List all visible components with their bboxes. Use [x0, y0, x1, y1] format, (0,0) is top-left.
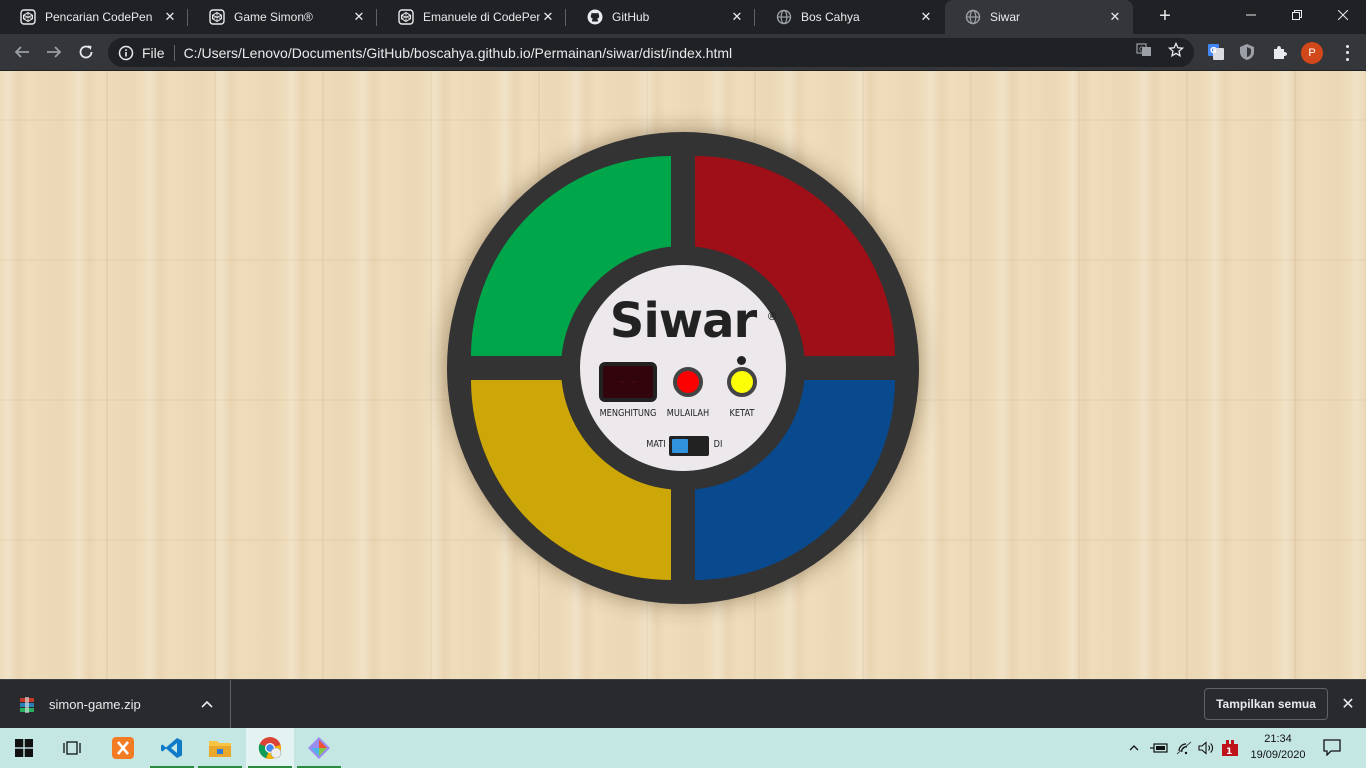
- tab-github[interactable]: GitHub ✕: [567, 0, 755, 34]
- svg-text:G: G: [1139, 46, 1144, 54]
- game-logo: Siwar: [609, 293, 757, 349]
- tab-separator: [376, 9, 377, 26]
- notification-count: 1: [1226, 747, 1232, 756]
- puzzle-icon[interactable]: [1270, 42, 1290, 62]
- tab-title: Siwar: [990, 10, 1021, 24]
- tab-separator: [565, 9, 566, 26]
- arrow-left-icon: [14, 46, 29, 58]
- taskbar: 1 21:34 19/09/2020: [0, 728, 1366, 768]
- git-taskbar-icon[interactable]: [295, 728, 343, 768]
- archive-icon: [20, 696, 34, 713]
- system-clock[interactable]: 21:34 19/09/2020: [1244, 731, 1312, 763]
- power-switch[interactable]: [669, 436, 709, 456]
- download-filename: simon-game.zip: [49, 697, 141, 712]
- tab-title: Emanuele di CodePen: [423, 10, 540, 24]
- new-tab-button[interactable]: +: [1153, 5, 1177, 29]
- action-center-icon[interactable]: [1322, 738, 1344, 758]
- battery-icon[interactable]: [1149, 738, 1169, 758]
- strict-led-indicator: [737, 356, 746, 365]
- restore-button[interactable]: [1274, 0, 1320, 30]
- browser-toolbar: File C:/Users/Lenovo/Documents/GitHub/bo…: [0, 34, 1366, 71]
- back-button[interactable]: [8, 38, 36, 66]
- tab-title: Bos Cahya: [801, 10, 860, 24]
- url-text[interactable]: C:/Users/Lenovo/Documents/GitHub/boscahy…: [184, 45, 1194, 61]
- reload-icon: [79, 45, 93, 59]
- close-icon[interactable]: ✕: [729, 9, 745, 25]
- task-view-icon: [63, 741, 81, 755]
- translate-icon[interactable]: G: [1135, 41, 1153, 59]
- clock-date: 19/09/2020: [1250, 749, 1306, 761]
- tab-emanuele-codepen[interactable]: Emanuele di CodePen ✕: [378, 0, 566, 34]
- arrow-right-icon: [47, 46, 62, 58]
- chrome-taskbar-icon[interactable]: [246, 728, 294, 768]
- google-translate-extension-icon[interactable]: G: [1206, 42, 1226, 62]
- close-icon[interactable]: ✕: [351, 9, 367, 25]
- chevron-up-icon: [201, 700, 213, 708]
- close-icon[interactable]: ✕: [1107, 9, 1123, 25]
- tab-bos-cahya[interactable]: Bos Cahya ✕: [756, 0, 944, 34]
- chevron-up-icon[interactable]: [1124, 738, 1144, 758]
- codepen-icon: [209, 9, 225, 25]
- codepen-icon: [398, 9, 414, 25]
- omnibox-divider: [173, 44, 175, 61]
- wifi-icon[interactable]: [1174, 738, 1194, 758]
- tab-title: Game Simon®: [234, 10, 313, 24]
- start-label: MULAILAH: [666, 408, 710, 419]
- page-content: Siwar ® -- MENGHITUNG MULAILAH KETAT MAT…: [0, 71, 1366, 679]
- address-bar[interactable]: File C:/Users/Lenovo/Documents/GitHub/bo…: [108, 38, 1194, 67]
- antivirus-tray-icon[interactable]: 1: [1220, 738, 1240, 758]
- xampp-taskbar-icon[interactable]: [99, 728, 147, 768]
- close-icon[interactable]: ✕: [1338, 694, 1358, 714]
- tab-separator: [754, 9, 755, 26]
- globe-icon: [776, 9, 792, 25]
- download-item[interactable]: simon-game.zip: [0, 680, 231, 729]
- globe-icon: [965, 9, 981, 25]
- power-off-label: MATI: [646, 439, 666, 450]
- tab-pencarian-codepen[interactable]: Pencarian CodePen ✕: [0, 0, 188, 34]
- forward-button[interactable]: [40, 38, 68, 66]
- strict-button[interactable]: [727, 367, 757, 397]
- show-all-downloads-button[interactable]: Tampilkan semua: [1204, 688, 1328, 720]
- volume-icon[interactable]: [1196, 738, 1216, 758]
- shield-icon[interactable]: [1237, 42, 1257, 62]
- tab-title: Pencarian CodePen: [45, 10, 153, 24]
- windows-icon: [15, 739, 33, 757]
- more-menu-icon[interactable]: [1340, 43, 1354, 63]
- tab-game-simon[interactable]: Game Simon® ✕: [189, 0, 377, 34]
- minimize-button[interactable]: [1228, 0, 1274, 30]
- star-icon[interactable]: [1167, 41, 1185, 59]
- control-panel: Siwar ® -- MENGHITUNG MULAILAH KETAT MAT…: [580, 265, 786, 471]
- task-view-button[interactable]: [48, 728, 96, 768]
- count-label: MENGHITUNG: [599, 408, 657, 419]
- reload-button[interactable]: [72, 38, 100, 66]
- codepen-icon: [20, 9, 36, 25]
- strict-label: KETAT: [729, 408, 755, 419]
- download-shelf: simon-game.zip Tampilkan semua ✕: [0, 679, 1366, 729]
- profile-avatar[interactable]: P: [1301, 42, 1323, 64]
- tab-siwar[interactable]: Siwar ✕: [945, 0, 1133, 34]
- tab-strip: Pencarian CodePen ✕ Game Simon® ✕ Emanue…: [0, 0, 1366, 34]
- power-switch-knob[interactable]: [672, 439, 688, 453]
- clock-time: 21:34: [1264, 733, 1292, 745]
- registered-mark: ®: [768, 311, 777, 323]
- svg-text:G: G: [1210, 46, 1217, 55]
- windows-start-button[interactable]: [0, 728, 48, 768]
- power-on-label: DI: [713, 439, 723, 450]
- close-icon[interactable]: ✕: [162, 9, 178, 25]
- vscode-taskbar-icon[interactable]: [148, 728, 196, 768]
- tab-separator: [187, 9, 188, 26]
- close-icon[interactable]: ✕: [540, 9, 556, 25]
- start-button[interactable]: [673, 367, 703, 397]
- info-icon: [118, 45, 134, 60]
- close-icon[interactable]: ✕: [918, 9, 934, 25]
- count-display: --: [599, 362, 657, 402]
- github-icon: [587, 9, 603, 25]
- tab-title: GitHub: [612, 10, 650, 24]
- url-scheme-label: File: [142, 44, 165, 61]
- simon-game-board: Siwar ® -- MENGHITUNG MULAILAH KETAT MAT…: [447, 132, 919, 604]
- close-window-button[interactable]: [1320, 0, 1366, 30]
- file-explorer-taskbar-icon[interactable]: [196, 728, 244, 768]
